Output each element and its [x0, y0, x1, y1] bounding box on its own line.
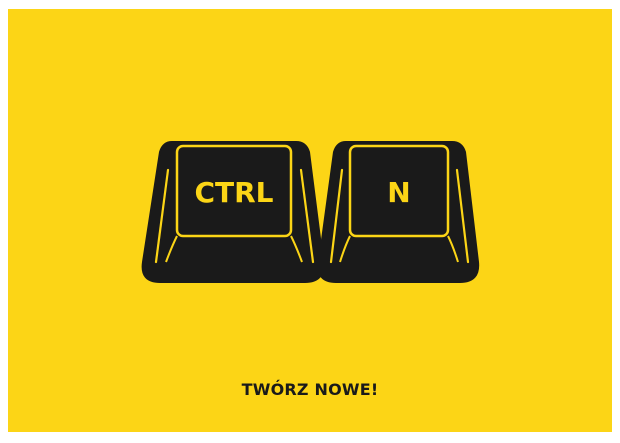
ctrl-key-icon: CTRL — [141, 141, 325, 283]
graphic-frame: CTRL N TWÓRZ NOWE! — [0, 0, 620, 443]
ctrl-key-label: CTRL — [194, 176, 273, 209]
caption-text: TWÓRZ NOWE! — [241, 380, 379, 399]
keyboard-keys-illustration: CTRL N — [141, 141, 480, 283]
n-key-label: N — [387, 176, 410, 209]
n-key-icon: N — [317, 141, 480, 283]
